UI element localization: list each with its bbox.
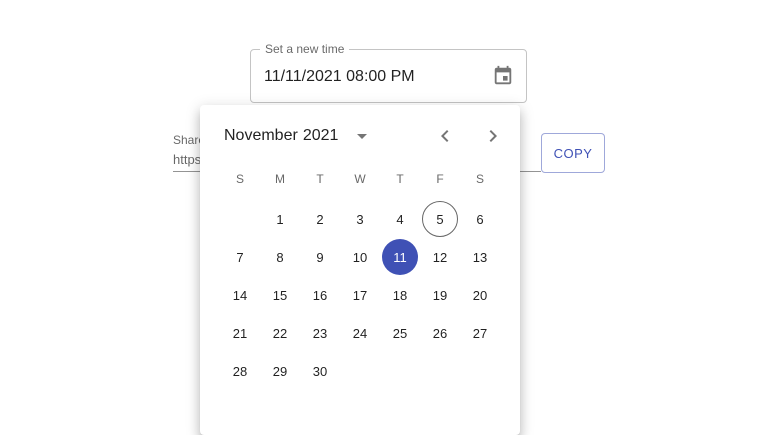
calendar-cell <box>220 200 260 238</box>
weekday-label: M <box>275 172 285 186</box>
day-button[interactable]: 12 <box>422 239 458 275</box>
day-button[interactable]: 30 <box>302 353 338 389</box>
day-button[interactable]: 26 <box>422 315 458 351</box>
calendar-cell: 18 <box>380 276 420 314</box>
day-button[interactable]: 6 <box>462 201 498 237</box>
weekday-label: S <box>475 172 484 186</box>
day-button[interactable]: 18 <box>382 277 418 313</box>
calendar-cell: 23 <box>300 314 340 352</box>
calendar-cell: 28 <box>220 352 260 390</box>
calendar-cell: 27 <box>460 314 500 352</box>
day-button[interactable]: 9 <box>302 239 338 275</box>
calendar-cell: 14 <box>220 276 260 314</box>
calendar-header: November 2021 <box>200 105 520 165</box>
calendar-cell: 4 <box>380 200 420 238</box>
dropdown-arrow-icon[interactable] <box>350 125 374 147</box>
today-day-button[interactable]: 5 <box>422 201 458 237</box>
day-button[interactable]: 1 <box>262 201 298 237</box>
day-button[interactable]: 28 <box>222 353 258 389</box>
day-button[interactable]: 2 <box>302 201 338 237</box>
calendar-cell: 29 <box>260 352 300 390</box>
calendar-cell: 17 <box>340 276 380 314</box>
calendar-icon[interactable] <box>490 63 516 89</box>
calendar-cell: 30 <box>300 352 340 390</box>
day-button[interactable]: 19 <box>422 277 458 313</box>
datetime-field[interactable]: Set a new time 11/11/2021 08:00 PM <box>250 42 527 103</box>
chevron-left-icon <box>441 130 449 142</box>
datetime-value[interactable]: 11/11/2021 08:00 PM <box>264 67 415 87</box>
calendar-cell <box>340 352 380 390</box>
calendar-cell <box>420 352 460 390</box>
calendar-cell: 9 <box>300 238 340 276</box>
day-button[interactable]: 20 <box>462 277 498 313</box>
month-label: November <box>224 127 298 144</box>
day-button[interactable]: 23 <box>302 315 338 351</box>
weekday-label: T <box>396 172 404 186</box>
selected-day-button[interactable]: 11 <box>382 239 418 275</box>
day-button[interactable]: 29 <box>262 353 298 389</box>
next-month-button[interactable] <box>480 123 506 149</box>
calendar-cell: 8 <box>260 238 300 276</box>
month-year-switch[interactable]: November 2021 <box>224 125 374 147</box>
day-button[interactable]: 24 <box>342 315 378 351</box>
calendar-cell <box>460 352 500 390</box>
calendar-cell: 6 <box>460 200 500 238</box>
day-button[interactable]: 10 <box>342 239 378 275</box>
calendar-week-row: 14 15 16 17 18 19 20 <box>220 276 500 314</box>
calendar-week-row: 21 22 23 24 25 26 27 <box>220 314 500 352</box>
calendar-cell: 20 <box>460 276 500 314</box>
weekday-label: F <box>436 172 444 186</box>
calendar-week-row: 7 8 9 10 11 12 13 <box>220 238 500 276</box>
day-button[interactable]: 15 <box>262 277 298 313</box>
calendar-cell: 16 <box>300 276 340 314</box>
calendar-cell: 19 <box>420 276 460 314</box>
calendar-cell: 10 <box>340 238 380 276</box>
day-button[interactable]: 25 <box>382 315 418 351</box>
calendar-cell: 15 <box>260 276 300 314</box>
calendar-cell: 5 <box>420 200 460 238</box>
weekday-label: S <box>235 172 244 186</box>
chevron-right-icon <box>489 130 497 142</box>
day-button[interactable]: 17 <box>342 277 378 313</box>
weekday-label: W <box>354 172 366 186</box>
calendar-cell: 12 <box>420 238 460 276</box>
calendar-cell: 13 <box>460 238 500 276</box>
weekday-label: T <box>316 172 324 186</box>
day-button[interactable]: 27 <box>462 315 498 351</box>
day-button[interactable]: 8 <box>262 239 298 275</box>
calendar-day-grid: 1 2 3 4 5 6 7 8 9 10 11 12 13 14 15 16 17 18 19 20 21 22 23 24 2… <box>220 200 500 390</box>
calendar-cell: 24 <box>340 314 380 352</box>
day-button[interactable]: 4 <box>382 201 418 237</box>
day-button[interactable]: 13 <box>462 239 498 275</box>
calendar-week-row: 123456 <box>220 200 500 238</box>
day-button[interactable]: 7 <box>222 239 258 275</box>
copy-button[interactable]: COPY <box>541 133 605 173</box>
calendar-cell: 11 <box>380 238 420 276</box>
day-button[interactable]: 22 <box>262 315 298 351</box>
calendar-cell: 3 <box>340 200 380 238</box>
day-button[interactable]: 3 <box>342 201 378 237</box>
calendar-cell: 2 <box>300 200 340 238</box>
calendar-cell <box>380 352 420 390</box>
calendar-cell: 26 <box>420 314 460 352</box>
day-button[interactable]: 16 <box>302 277 338 313</box>
calendar-cell: 25 <box>380 314 420 352</box>
calendar-cell: 22 <box>260 314 300 352</box>
calendar-cell: 7 <box>220 238 260 276</box>
weekday-header: S M T W T F S <box>220 169 500 189</box>
calendar-popover: November 2021 S M T W T F S 1 2 3 4 5 6 7 8 9 10 1… <box>200 105 520 435</box>
calendar-week-row: 28 29 30 <box>220 352 500 390</box>
day-button[interactable]: 14 <box>222 277 258 313</box>
calendar-cell: 1 <box>260 200 300 238</box>
day-button[interactable]: 21 <box>222 315 258 351</box>
previous-month-button[interactable] <box>432 123 458 149</box>
year-label: 2021 <box>302 127 339 144</box>
datetime-label: Set a new time <box>260 42 350 56</box>
calendar-cell: 21 <box>220 314 260 352</box>
